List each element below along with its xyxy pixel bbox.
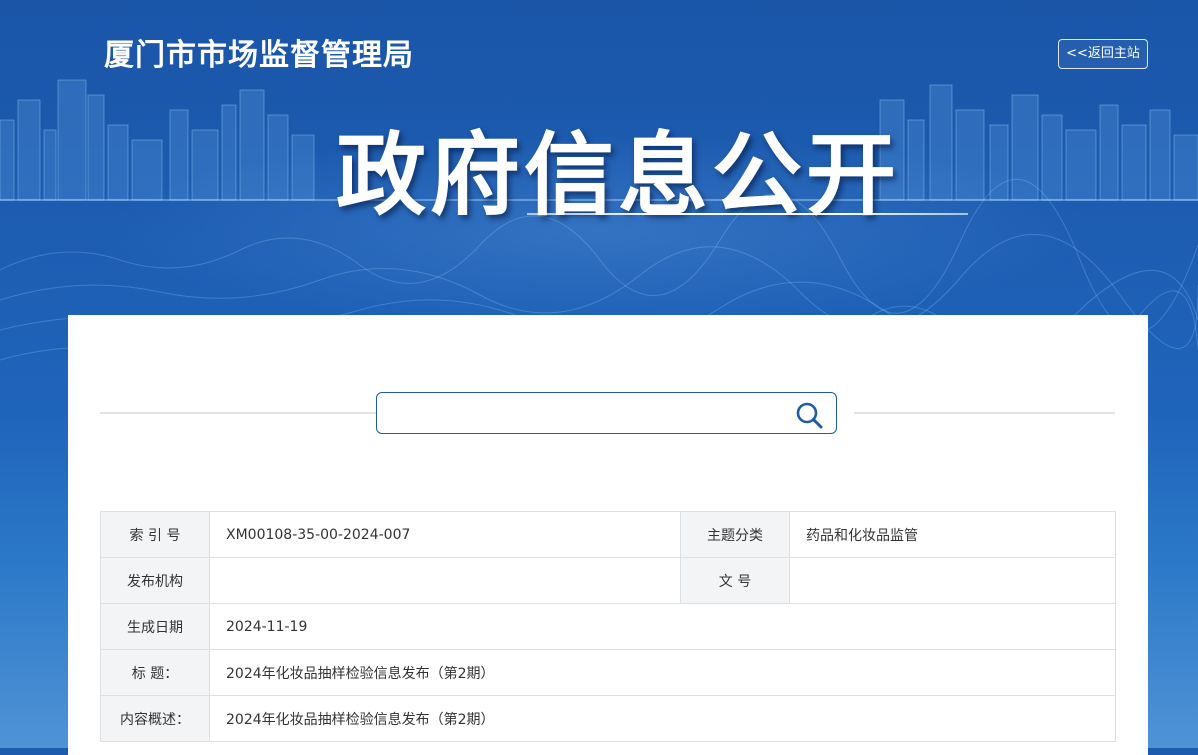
topic-value: 药品和化妆品监管 xyxy=(789,511,1116,558)
site-title: 厦门市市场监督管理局 xyxy=(104,38,414,73)
date-value: 2024-11-19 xyxy=(209,603,1116,650)
index-label: 索 引 号 xyxy=(100,511,210,558)
date-label: 生成日期 xyxy=(100,603,210,650)
content-card: 索 引 号 XM00108-35-00-2024-007 主题分类 药品和化妆品… xyxy=(68,315,1148,755)
doc-no-label: 文 号 xyxy=(680,557,790,604)
title-label: 标 题： xyxy=(100,649,210,696)
hero-underline xyxy=(527,213,968,215)
doc-no-value xyxy=(789,557,1116,604)
return-home-button[interactable]: <<返回主站 xyxy=(1058,39,1148,69)
search-divider-right xyxy=(854,412,1115,414)
table-row: 标 题： 2024年化妆品抽样检验信息发布（第2期） xyxy=(100,649,1116,696)
table-row: 内容概述： 2024年化妆品抽样检验信息发布（第2期） xyxy=(100,695,1116,742)
index-value: XM00108-35-00-2024-007 xyxy=(209,511,681,558)
search-button[interactable] xyxy=(795,401,825,429)
table-row: 生成日期 2024-11-19 xyxy=(100,603,1116,650)
search-icon xyxy=(796,402,823,429)
title-value: 2024年化妆品抽样检验信息发布（第2期） xyxy=(209,649,1116,696)
search-input[interactable] xyxy=(385,399,789,429)
summary-label: 内容概述： xyxy=(100,695,210,742)
summary-value: 2024年化妆品抽样检验信息发布（第2期） xyxy=(209,695,1116,742)
search-box xyxy=(376,392,837,434)
publisher-value xyxy=(209,557,681,604)
table-row: 发布机构 文 号 xyxy=(100,557,1116,604)
publisher-label: 发布机构 xyxy=(100,557,210,604)
topic-label: 主题分类 xyxy=(680,511,790,558)
info-table: 索 引 号 XM00108-35-00-2024-007 主题分类 药品和化妆品… xyxy=(100,511,1116,742)
table-row: 索 引 号 XM00108-35-00-2024-007 主题分类 药品和化妆品… xyxy=(100,511,1116,558)
